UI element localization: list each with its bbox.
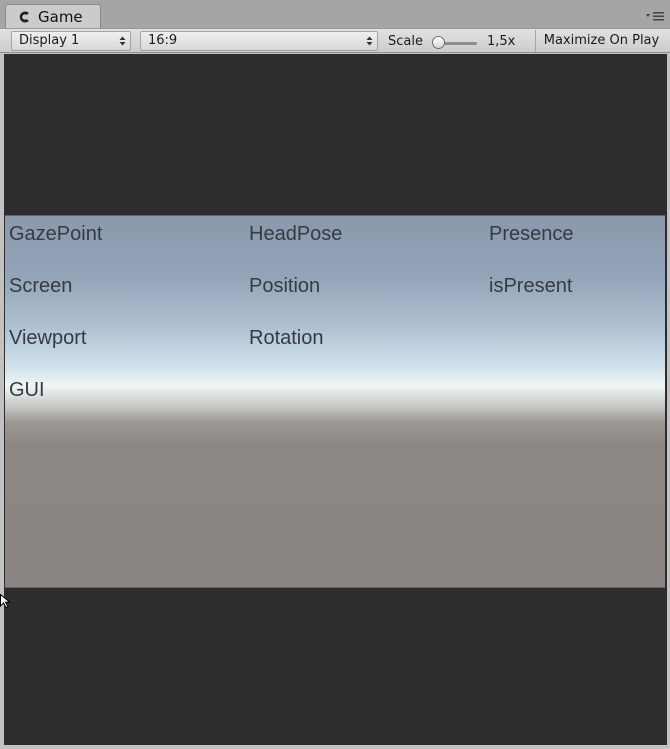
game-view-icon <box>19 11 29 23</box>
scale-label: Scale <box>388 34 423 49</box>
aspect-dropdown[interactable]: 16:9 <box>140 31 378 51</box>
gui-label: GUI <box>9 379 45 401</box>
scene-render: GazePoint Screen Viewport GUI HeadPose P… <box>5 215 665 588</box>
display-value: Display 1 <box>19 33 80 48</box>
presence-header: Presence <box>489 223 574 245</box>
window-menu-icon[interactable] <box>645 11 665 21</box>
game-view[interactable]: GazePoint Screen Viewport GUI HeadPose P… <box>4 54 667 745</box>
rotation-label: Rotation <box>249 327 324 349</box>
gazepoint-header: GazePoint <box>9 223 103 245</box>
display-dropdown[interactable]: Display 1 <box>11 31 131 51</box>
screen-label: Screen <box>9 275 73 297</box>
viewport-label: Viewport <box>9 327 87 349</box>
tab-strip: Game <box>0 0 670 29</box>
ispresent-label: isPresent <box>489 275 573 297</box>
maximize-on-play-button[interactable]: Maximize On Play <box>535 30 667 52</box>
mouse-cursor-icon <box>0 594 11 608</box>
game-toolbar: Display 1 16:9 Scale 1,5x Maximize On Pl… <box>0 28 670 53</box>
position-label: Position <box>249 275 321 297</box>
scale-control: Scale 1,5x <box>381 29 535 53</box>
dropdown-arrows-icon <box>119 36 126 46</box>
headpose-header: HeadPose <box>249 223 343 245</box>
dropdown-arrows-icon <box>366 36 373 46</box>
aspect-value: 16:9 <box>148 33 178 48</box>
tab-label: Game <box>38 8 83 26</box>
scale-slider-thumb[interactable] <box>432 36 445 49</box>
tab-game[interactable]: Game <box>5 4 101 29</box>
scale-value: 1,5x <box>487 34 516 49</box>
